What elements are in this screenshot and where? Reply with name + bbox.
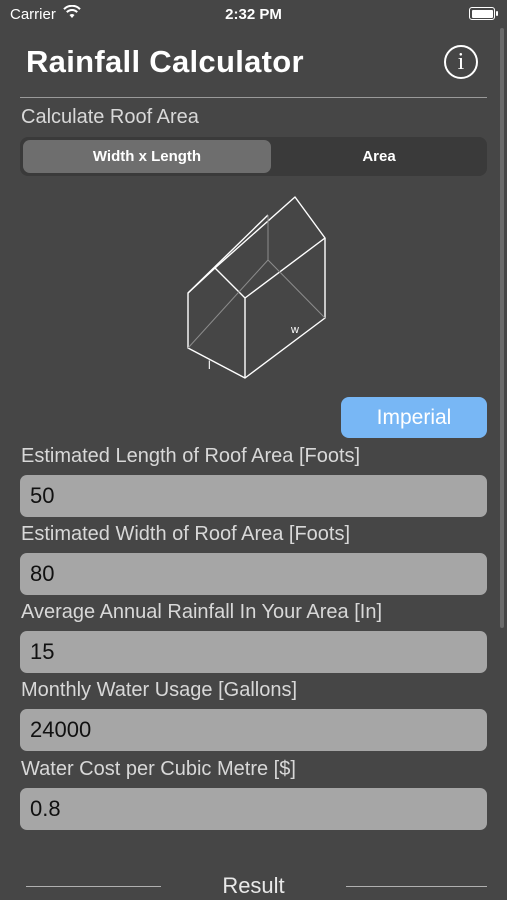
water-cost-label: Water Cost per Cubic Metre [$] — [21, 758, 296, 780]
roof-length-label: Estimated Length of Roof Area [Foots] — [21, 445, 361, 467]
diagram-width-label: w — [290, 324, 299, 336]
scrollbar[interactable] — [500, 28, 504, 628]
monthly-usage-label: Monthly Water Usage [Gallons] — [21, 679, 298, 701]
roof-width-input[interactable]: 80 — [20, 553, 487, 595]
diagram-length-label: l — [208, 358, 211, 372]
monthly-usage-input[interactable]: 24000 — [20, 709, 487, 751]
roof-diagram-illustration: w l — [180, 190, 340, 390]
clock: 2:32 PM — [225, 6, 282, 23]
result-divider-right — [346, 886, 487, 887]
battery-icon — [469, 7, 498, 20]
status-bar: Carrier 2:32 PM — [0, 0, 507, 30]
roof-area-section-label: Calculate Roof Area — [21, 106, 199, 128]
info-icon[interactable]: i — [444, 45, 478, 79]
roof-width-label: Estimated Width of Roof Area [Foots] — [21, 523, 351, 545]
unit-toggle-button[interactable]: Imperial — [341, 397, 487, 438]
annual-rainfall-input[interactable]: 15 — [20, 631, 487, 673]
segment-area[interactable]: Area — [274, 140, 484, 173]
page-title: Rainfall Calculator — [26, 44, 304, 79]
roof-length-input[interactable]: 50 — [20, 475, 487, 517]
annual-rainfall-label: Average Annual Rainfall In Your Area [In… — [21, 601, 383, 623]
segment-width-x-length[interactable]: Width x Length — [23, 140, 271, 173]
water-cost-input[interactable]: 0.8 — [20, 788, 487, 830]
roof-area-mode-selector: Width x Length Area — [20, 137, 487, 176]
header-divider — [20, 97, 487, 98]
